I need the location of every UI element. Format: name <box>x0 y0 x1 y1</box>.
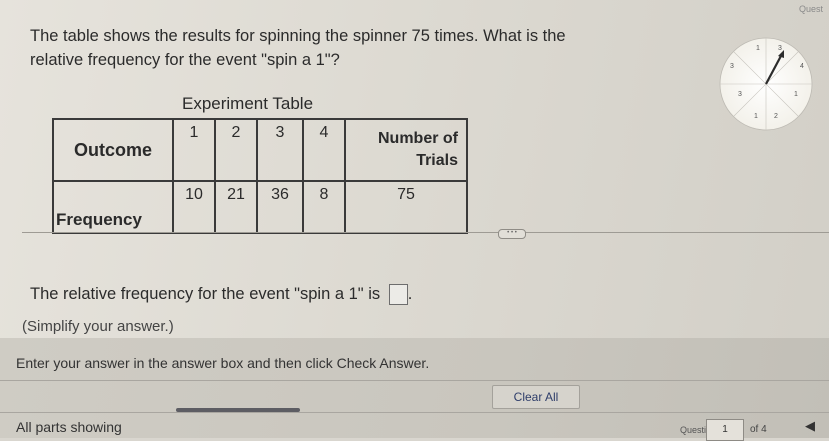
outcome-header: Outcome <box>52 118 174 182</box>
previous-question-icon[interactable]: ◀ <box>805 418 815 434</box>
instruction-text: Enter your answer in the answer box and … <box>16 355 430 371</box>
question-text: The table shows the results for spinning… <box>30 24 690 72</box>
footer-divider-top <box>0 380 829 381</box>
spinner-label-7: 1 <box>754 113 758 120</box>
question-of-total: of 4 <box>750 424 767 435</box>
table-row: Frequency 10 21 36 8 75 <box>52 180 468 234</box>
spinner-label-1: 1 <box>756 45 760 52</box>
spinner-label-2: 3 <box>778 45 782 52</box>
table-row: Outcome 1 2 3 4 Number of Trials <box>52 118 468 182</box>
outcome-4: 4 <box>302 118 346 182</box>
outcome-2: 2 <box>214 118 258 182</box>
frequency-3: 36 <box>256 180 304 234</box>
answer-suffix: . <box>407 284 413 303</box>
trials-value: 75 <box>344 180 468 234</box>
experiment-table: Outcome 1 2 3 4 Number of Trials Frequen… <box>52 118 468 234</box>
section-divider <box>22 232 829 233</box>
frequency-1: 10 <box>172 180 216 234</box>
outcome-3: 3 <box>256 118 304 182</box>
frequency-2: 21 <box>214 180 258 234</box>
simplify-hint: (Simplify your answer.) <box>22 318 174 335</box>
footer-divider-bottom <box>0 412 829 413</box>
frequency-label: Frequency <box>52 180 174 234</box>
answer-line: The relative frequency for the event "sp… <box>30 284 412 305</box>
spinner-image: 1 3 3 4 3 1 1 2 <box>719 37 813 131</box>
more-options-pill[interactable]: • • • <box>498 229 526 239</box>
answer-input-box[interactable] <box>388 284 408 305</box>
trials-header-line-2: Trials <box>416 152 458 169</box>
spinner-label-6: 1 <box>794 91 798 98</box>
all-parts-showing-link[interactable]: All parts showing <box>16 419 122 435</box>
trials-header: Number of Trials <box>344 118 468 182</box>
outcome-1: 1 <box>172 118 216 182</box>
spinner-label-5: 3 <box>738 91 742 98</box>
frequency-4: 8 <box>302 180 346 234</box>
table-title: Experiment Table <box>182 94 314 113</box>
spinner-label-3: 3 <box>730 63 734 70</box>
corner-tag: Quest <box>798 4 823 14</box>
spinner-label-8: 2 <box>774 113 778 120</box>
answer-prefix: The relative frequency for the event "sp… <box>30 284 381 303</box>
spinner-label-4: 4 <box>800 63 804 70</box>
trials-header-line-1: Number of <box>378 130 458 147</box>
question-line-2: relative frequency for the event "spin a… <box>30 51 340 69</box>
question-line-1: The table shows the results for spinning… <box>30 27 566 45</box>
footer-band <box>0 338 829 438</box>
clear-all-button[interactable]: Clear All <box>492 385 580 409</box>
